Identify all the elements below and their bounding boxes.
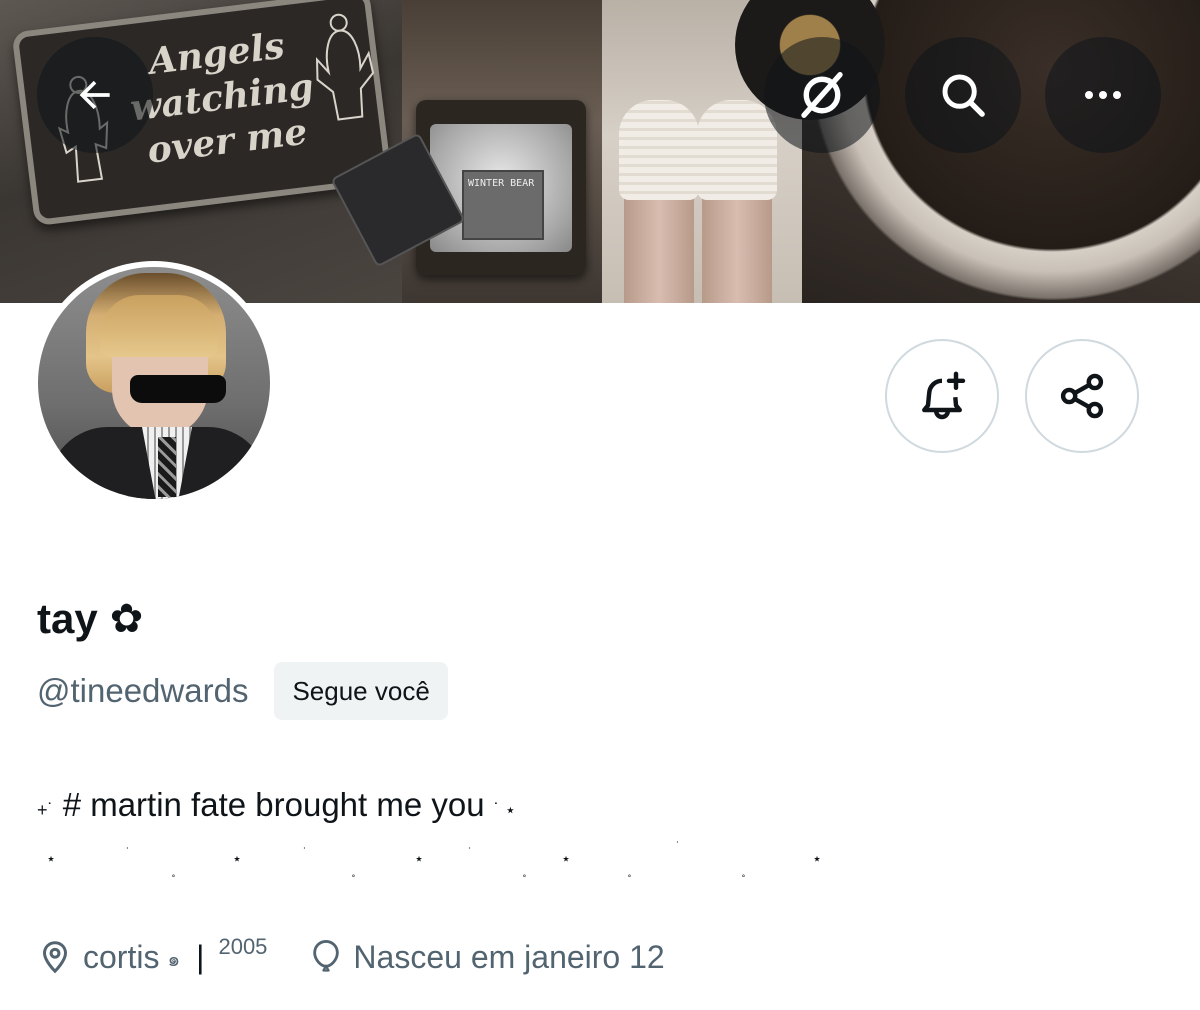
sparkle-dot: ˙ [676,839,680,853]
sparkle-star: ⋆ [561,851,572,868]
sparkle-star: ⋆ [232,851,243,868]
more-button[interactable] [1045,37,1161,153]
back-button[interactable] [37,37,153,153]
lace-sock-left [619,100,699,200]
tv-sign-text: WINTER BEAR [468,178,535,189]
avatar-tie [158,437,176,497]
bio-suffix: ˙ ⋆ [493,800,517,820]
sparkle-circle: ˚ [352,875,356,886]
location-symbol: ๑ [167,949,181,971]
location-pin-icon [42,941,68,974]
tv-sign: WINTER BEAR [462,170,544,240]
search-icon [942,74,985,117]
avatar-fringe [100,295,218,357]
sparkle-circle: ˚ [742,875,746,886]
sparkle-dot: ˙ [468,845,472,859]
more-horizontal-icon [1085,91,1121,99]
search-button[interactable] [905,37,1021,153]
avatar-sunglasses [130,375,226,403]
balloon-icon [313,939,340,972]
bell-plus-icon [922,371,966,420]
bio-text: +˙ # martin fate brought me you ˙ ⋆ [37,786,516,824]
avatar[interactable] [38,267,270,499]
follows-you-badge: Segue você [274,662,448,720]
bio-prefix: +˙ [37,800,54,820]
sparkle-circle: ˚ [628,875,632,886]
sparkle-dot: ˙ [126,845,130,859]
display-name: tay [37,595,98,642]
sparkle-circle: ˚ [523,875,527,886]
bio-main: # martin fate brought me you [62,786,485,823]
lace-sock-right [697,100,777,200]
handle-row: @tineedwards Segue você [37,662,448,720]
profile-name-row: tay ✿ [37,595,143,643]
location-item: cortis ๑ | 2005 [37,934,267,976]
share-button[interactable] [1025,339,1139,453]
year-text: 2005 [218,934,268,959]
avatar-ring[interactable] [32,261,276,505]
sparkle-dot: ˙ [303,845,307,859]
profile-meta-row: cortis ๑ | 2005 Nasceu em janeiro 12 [37,934,665,976]
birthday-item: Nasceu em janeiro 12 [309,938,665,976]
location-text: cortis [83,938,160,975]
banner-collage-tv: WINTER BEAR [402,0,602,303]
profile-handle: @tineedwards [37,672,249,709]
birthday-text: Nasceu em janeiro 12 [353,938,665,975]
flower-emoji: ✿ [109,596,144,642]
profile-banner[interactable]: Angels watching over me WINTER BEAR [0,0,1200,303]
sparkle-circle: ˚ [172,875,176,886]
tv-screen: WINTER BEAR [430,124,572,252]
sparkle-star: ⋆ [46,851,57,868]
sparkle-star: ⋆ [414,851,425,868]
arrow-left-icon [79,80,110,110]
sparkle-star: ⋆ [812,851,823,868]
meta-separator: | [196,938,205,975]
banner-collage-angels: Angels watching over me [0,0,402,303]
grok-icon [801,72,843,118]
notify-button[interactable] [885,339,999,453]
grok-button[interactable] [764,37,880,153]
share-icon [1060,373,1104,419]
